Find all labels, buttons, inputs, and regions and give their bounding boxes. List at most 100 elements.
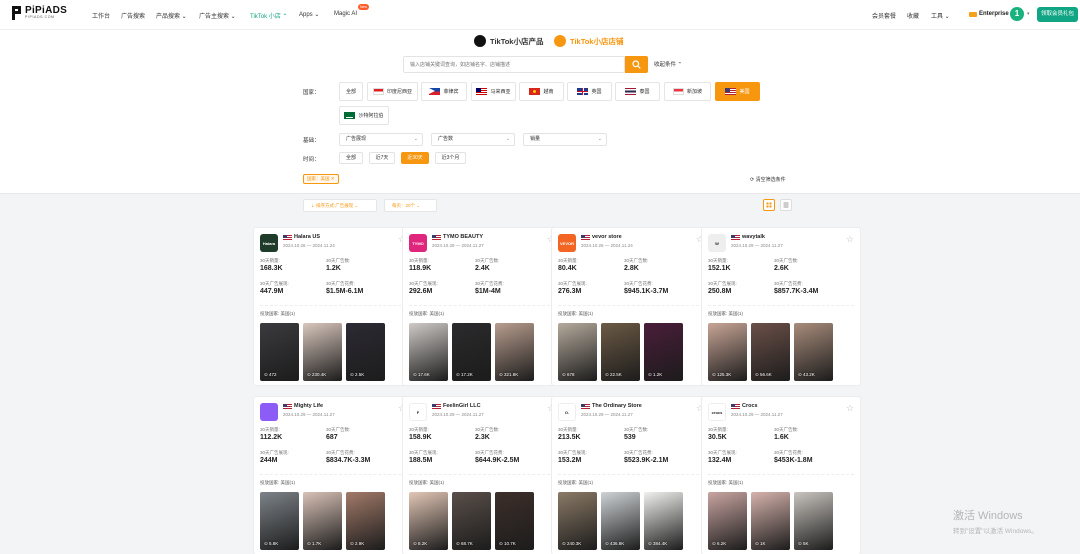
nav-workbench[interactable]: 工作台 — [92, 11, 110, 20]
video-thumbnail[interactable]: ⊙ 125.3K — [708, 323, 747, 381]
store-card[interactable]: Wwavytalk 2024.10.29 — 2024.11.27 ☆ 30天销量: 1… — [701, 227, 861, 386]
impressions-select[interactable]: 广告展现 ⌄ — [339, 133, 423, 146]
country-saudi-arabia[interactable]: 沙特阿拉伯 — [339, 106, 389, 125]
video-thumbnail[interactable]: ⊙ 5K — [794, 492, 833, 550]
video-thumbnail[interactable]: ⊙ 43.2K — [794, 323, 833, 381]
store-name[interactable]: TYMO BEAUTY — [443, 234, 483, 240]
store-card[interactable]: Mighty Life2024.10.29 — 2024.11.27☆30天销量… — [253, 396, 413, 554]
country-thailand-label: 泰国 — [639, 89, 650, 95]
country-usa[interactable]: 美国 — [715, 82, 760, 101]
store-card[interactable]: TYMOTYMO BEAUTY2024.10.29 — 2024.11.27☆3… — [402, 227, 562, 386]
nav-advertiser-search[interactable]: 广告主搜索 ⌄ — [199, 11, 236, 20]
store-logo: Halara — [260, 234, 278, 252]
time-30-days[interactable]: 近30天 — [401, 152, 429, 164]
favorite-star-icon[interactable]: ☆ — [846, 235, 854, 244]
nav-favorites[interactable]: 收藏 — [907, 11, 919, 20]
sort-select[interactable]: ⇣ 排序方式:广告展现 ⌄ — [303, 199, 377, 212]
tab-shop-stores[interactable]: TikTok小店店铺 — [554, 35, 623, 47]
video-thumbnail[interactable]: ⊙ 17.2K — [452, 323, 491, 381]
store-name[interactable]: wavytalk — [742, 234, 765, 240]
store-card[interactable]: FFeelinGirl LLC2024.10.29 — 2024.11.27☆3… — [402, 396, 562, 554]
chevron-down-icon[interactable]: ▾ — [1027, 11, 1030, 17]
search-button[interactable] — [625, 56, 648, 73]
video-thumbnail[interactable]: ⊙ 2.9K — [346, 492, 385, 550]
store-name[interactable]: Halara US — [294, 234, 320, 240]
time-all[interactable]: 全部 — [339, 152, 363, 164]
store-name[interactable]: Mighty Life — [294, 403, 323, 409]
store-card[interactable]: VEVOR vevor store 2024.10.26 — 2024.11.24 ☆… — [551, 227, 711, 386]
nav-tools[interactable]: 工具 ⌄ — [931, 11, 950, 20]
clear-filters-button[interactable]: ⟳ 清空筛选条件 — [750, 176, 786, 183]
video-thumbnail[interactable]: ⊙ 1.7K — [303, 492, 342, 550]
country-usa-label: 美国 — [739, 89, 750, 95]
ad-count-select[interactable]: 广告数 ⌄ — [431, 133, 515, 146]
applied-filter-tag[interactable]: 国家：美国 ✕ — [303, 174, 339, 184]
video-thumbnail[interactable]: ⊙ 436.8K — [601, 492, 640, 550]
country-singapore[interactable]: 新加坡 — [664, 82, 711, 101]
avatar[interactable]: 1 — [1010, 7, 1024, 21]
video-thumbnail[interactable]: ⊙ 2.5K — [346, 323, 385, 381]
tab-shop-products[interactable]: TikTok小店产品 — [474, 35, 543, 47]
video-thumbnail[interactable]: ⊙ 472 — [260, 323, 299, 381]
video-thumbnail[interactable]: ⊙ 56.6K — [751, 323, 790, 381]
video-thumbnail[interactable]: ⊙ 8.2K — [409, 492, 448, 550]
country-uk-label: 英国 — [591, 89, 602, 95]
country-thailand[interactable]: 泰国 — [615, 82, 660, 101]
country-indonesia[interactable]: 印度尼西亚 — [367, 82, 418, 101]
view-count-value: 43.2K — [803, 372, 815, 377]
sales-value: 112.2K — [260, 434, 283, 441]
store-search-input[interactable] — [404, 57, 624, 72]
video-thumbnail[interactable]: ⊙ 22.5K — [601, 323, 640, 381]
country-philippines[interactable]: 菲律宾 — [421, 82, 467, 101]
favorite-star-icon[interactable]: ☆ — [846, 404, 854, 413]
country-all[interactable]: 全部 — [339, 82, 363, 101]
per-page-select[interactable]: 每页：20个 ⌄ — [384, 199, 437, 212]
time-7-days[interactable]: 近7天 — [369, 152, 395, 164]
store-search-field[interactable] — [403, 56, 625, 73]
us-flag-icon — [731, 404, 740, 410]
sales-label: 30天销量: — [409, 427, 429, 432]
country-vietnam[interactable]: 越南 — [519, 82, 564, 101]
sales-select[interactable]: 销量 ⌄ — [523, 133, 607, 146]
video-thumbnail[interactable]: ⊙ 240.3K — [558, 492, 597, 550]
card-divider — [558, 474, 704, 475]
impressions-label: 30天广告展现: — [708, 450, 737, 455]
brand-domain: PIPIADS.COM — [25, 15, 55, 20]
store-name[interactable]: Crocs — [742, 403, 758, 409]
store-card[interactable]: crocs Crocs 2024.10.29 — 2024.11.27 ☆ 30天销量:… — [701, 396, 861, 554]
video-thumbnail[interactable]: ⊙ 1.2K — [644, 323, 683, 381]
time-3-months[interactable]: 近3个月 — [435, 152, 466, 164]
sales-label: 30天销量: — [558, 427, 578, 432]
store-name[interactable]: The Ordinary Store — [592, 403, 642, 409]
video-thumbnail[interactable]: ⊙ 1K — [751, 492, 790, 550]
nav-tiktok-shop[interactable]: TikTok 小店 ⌃ — [250, 11, 287, 20]
video-thumbnail[interactable]: ⊙ 384.4K — [644, 492, 683, 550]
video-thumbnail[interactable]: ⊙ 5.8K — [260, 492, 299, 550]
store-name[interactable]: vevor store — [592, 234, 622, 240]
grid-view-button[interactable] — [763, 199, 775, 211]
video-thumbnail[interactable]: ⊙ 678 — [558, 323, 597, 381]
pipiads-logo[interactable]: PiPiADS PIPIADS.COM — [12, 6, 67, 20]
country-uk[interactable]: 英国 — [567, 82, 612, 101]
list-view-button[interactable] — [780, 199, 792, 211]
video-thumbnail[interactable]: ⊙ 230.4K — [303, 323, 342, 381]
tiktok-icon — [474, 35, 486, 47]
nav-pricing[interactable]: 会员套餐 — [872, 11, 896, 20]
store-card[interactable]: O. The Ordinary Store 2024.10.29 — 2024.11… — [551, 396, 711, 554]
spend-value: $945.1K-3.7M — [624, 288, 669, 295]
video-thumbnail[interactable]: ⊙ 321.8K — [495, 323, 534, 381]
nav-product-search[interactable]: 产品搜索 ⌄ — [156, 11, 187, 20]
video-thumbnail[interactable]: ⊙ 10.7K — [495, 492, 534, 550]
store-card[interactable]: HalaraHalara US2024.10.26 — 2024.11.24☆3… — [253, 227, 413, 386]
video-thumbnail[interactable]: ⊙ 6.2K — [708, 492, 747, 550]
store-name[interactable]: FeelinGirl LLC — [443, 403, 481, 409]
nav-apps[interactable]: Apps ⌄ — [299, 11, 319, 18]
collapse-filters-toggle[interactable]: 收起条件 ⌃ — [654, 60, 682, 68]
video-thumbnail[interactable]: ⊙ 68.7K — [452, 492, 491, 550]
video-thumbnail[interactable]: ⊙ 17.6K — [409, 323, 448, 381]
get-vip-gift-button[interactable]: 领取会员礼包 — [1037, 7, 1079, 22]
impressions-select-value: 广告展现 — [346, 136, 367, 142]
country-malaysia[interactable]: 马来西亚 — [471, 82, 516, 101]
nav-magic-ai[interactable]: Magic AI — [334, 11, 357, 17]
nav-ad-search[interactable]: 广告搜索 — [121, 11, 145, 20]
